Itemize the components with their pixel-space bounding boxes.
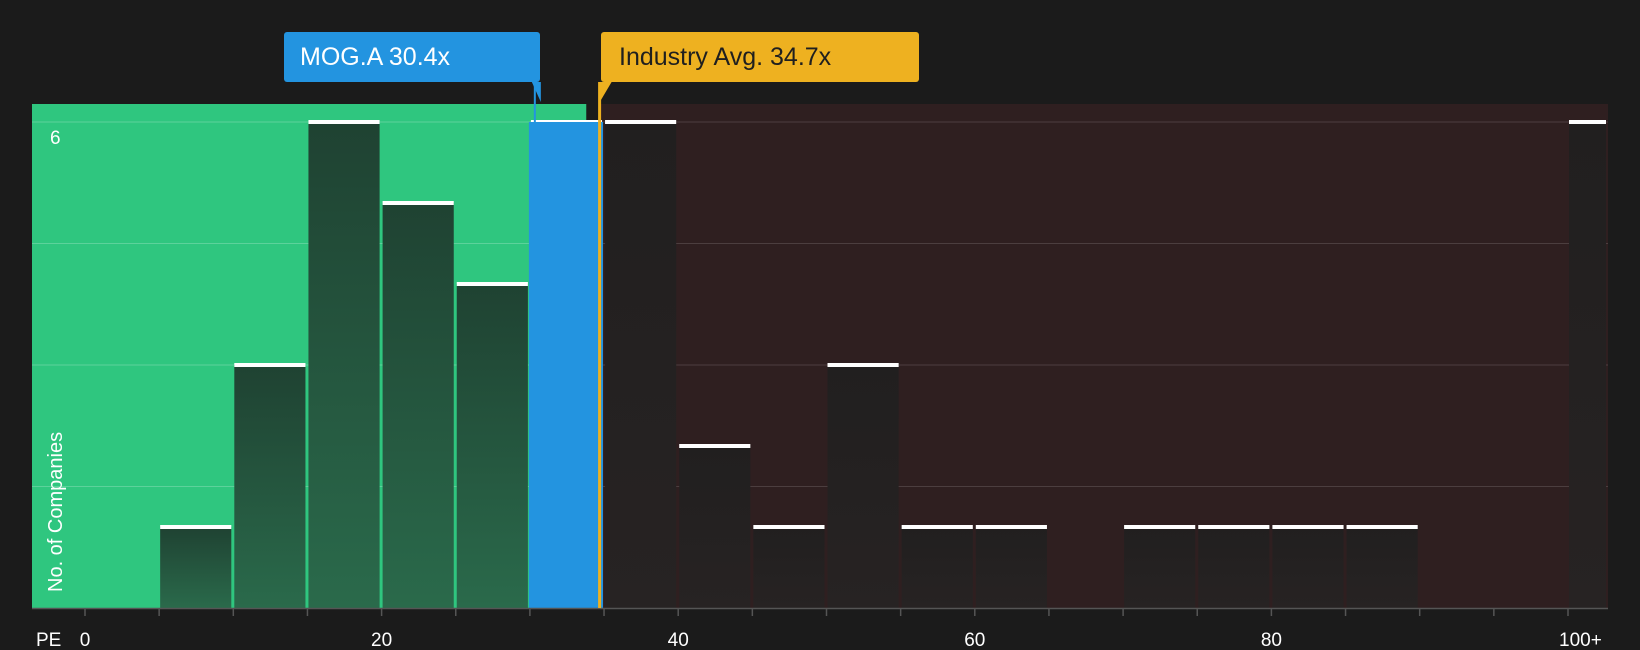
bar-cap [1272, 525, 1344, 529]
histogram-bar [605, 122, 677, 608]
industry-average-callout: Industry Avg. 34.7x [601, 32, 919, 82]
bar-cap [1198, 525, 1270, 529]
bar-cap [160, 525, 232, 529]
bar-cap [234, 363, 306, 367]
company-pe-label: MOG.A 30.4x [300, 43, 451, 71]
histogram-bar [1272, 527, 1344, 608]
industry-average-label: Industry Avg. 34.7x [619, 43, 832, 71]
bar-cap [679, 444, 751, 448]
bar-cap [901, 525, 973, 529]
histogram-bar [1124, 527, 1196, 608]
bar-cap [827, 363, 899, 367]
bar-cap [605, 120, 677, 124]
x-tick-label: 0 [80, 630, 91, 650]
histogram-bar [679, 446, 751, 608]
x-tick-label: 60 [964, 630, 985, 650]
histogram-bar [975, 527, 1047, 608]
x-tick-label: 20 [371, 630, 392, 650]
histogram-bar [160, 527, 232, 608]
y-tick-label: 6 [50, 128, 61, 149]
histogram-bar [308, 122, 380, 608]
bar-cap [308, 120, 380, 124]
histogram-bar [1198, 527, 1270, 608]
x-tick-label: 80 [1261, 630, 1282, 650]
overvalued-region [599, 104, 1608, 608]
y-axis-label: No. of Companies [45, 432, 67, 592]
x-tick-label: 40 [668, 630, 689, 650]
bar-cap [1346, 525, 1418, 529]
histogram-bar [753, 527, 825, 608]
histogram-bar [1569, 122, 1606, 608]
histogram-bar [382, 203, 454, 608]
bar-cap [975, 525, 1047, 529]
histogram-bar [901, 527, 973, 608]
bar-cap [1124, 525, 1196, 529]
histogram-bar [456, 284, 528, 608]
bar-cap [1569, 120, 1606, 124]
histogram-bar [234, 365, 306, 608]
pe-histogram-chart: 0 20 40 60 80 100+ 6 No. of Companies PE [0, 0, 1640, 650]
histogram-bar [1346, 527, 1418, 608]
company-bar [528, 122, 604, 608]
bar-cap [456, 282, 528, 286]
histogram-bar [827, 365, 899, 608]
x-tick-label: 100+ [1559, 630, 1602, 650]
company-pe-callout: MOG.A 30.4x [284, 32, 540, 82]
bar-cap [753, 525, 825, 529]
bar-cap [382, 201, 454, 205]
x-axis-label: PE [36, 630, 61, 650]
